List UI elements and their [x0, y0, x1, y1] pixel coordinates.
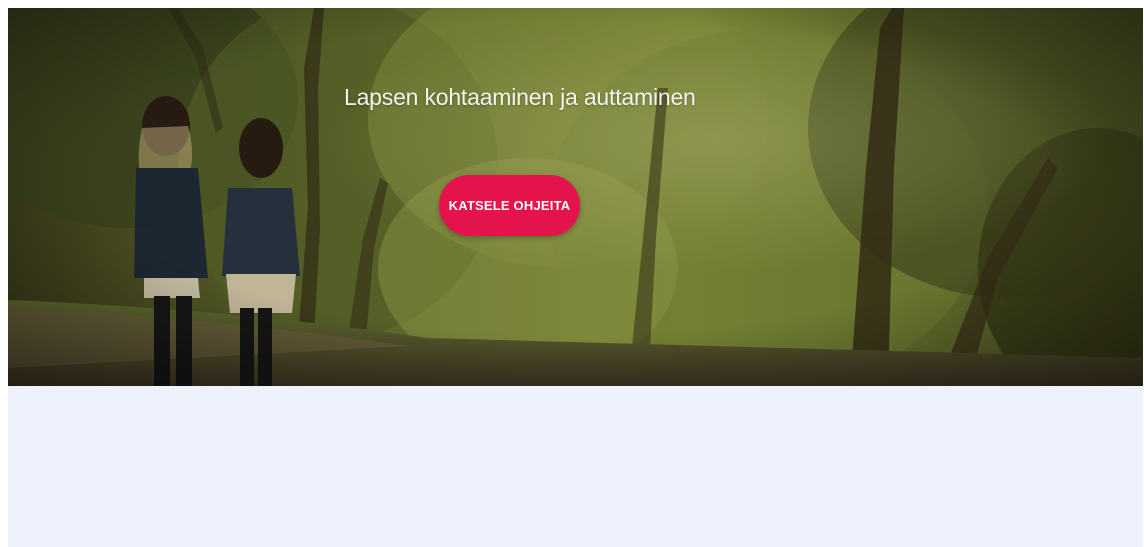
hero-banner: Lapsen kohtaaminen ja auttaminen KATSELE…	[8, 8, 1143, 386]
hero-title: Lapsen kohtaaminen ja auttaminen	[344, 84, 696, 110]
view-instructions-button[interactable]: KATSELE OHJEITA	[439, 175, 580, 236]
page-frame: Lapsen kohtaaminen ja auttaminen KATSELE…	[8, 8, 1143, 547]
content-section	[8, 386, 1143, 547]
